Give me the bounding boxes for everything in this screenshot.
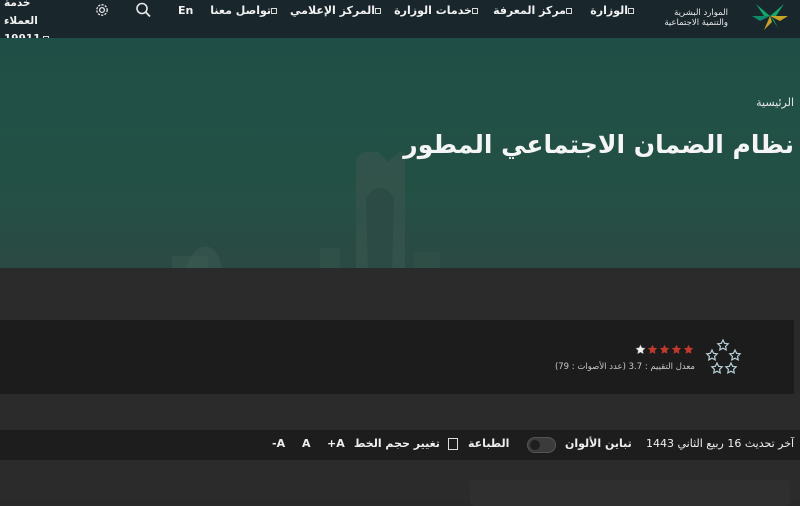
print-button[interactable]: الطباعة [468, 437, 509, 450]
nav-ministry-label: الوزارة [590, 4, 628, 17]
nav-ministry-services[interactable]: خدمات الوزارة [394, 4, 481, 18]
rating-summary: معدل التقييم : 3.7 (عدد الأصوات : 79) [554, 362, 695, 372]
rating-stars-emblem-icon [705, 338, 742, 374]
language-switch-label: En [178, 4, 194, 17]
nav-ministry-services-label: خدمات الوزارة [394, 4, 472, 17]
rating-stars[interactable] [635, 344, 695, 356]
search-icon[interactable] [135, 2, 153, 18]
rating-star-5 [683, 344, 694, 354]
color-contrast-toggle[interactable] [527, 437, 556, 453]
ministry-logo[interactable]: الموارد البشرية والتنمية الاجتماعية [664, 0, 800, 38]
rating-panel [0, 320, 794, 394]
ministry-emblem-icon [752, 4, 788, 30]
section-spacer [0, 394, 800, 430]
gear-icon[interactable] [93, 2, 111, 18]
nav-knowledge-center[interactable]: مركز المعرفة [493, 4, 575, 18]
hotline-label: خدمة العملاء [4, 0, 38, 27]
language-switch[interactable]: En [178, 4, 193, 18]
rating-star-4 [671, 344, 682, 354]
hero-banner: الرئيسية نظام الضمان الاجتماعي المطور [0, 38, 800, 268]
ministry-name-line1: الموارد البشرية [674, 8, 728, 18]
font-reset-button[interactable]: A [302, 437, 311, 450]
nav-ministry[interactable]: الوزارة [590, 4, 637, 18]
nav-knowledge-center-label: مركز المعرفة [493, 4, 566, 17]
nav-media-center[interactable]: المركز الإعلامي [290, 4, 384, 18]
rating-star-2 [647, 344, 658, 354]
rating-star-1 [635, 344, 646, 355]
nav-media-center-label: المركز الإعلامي [290, 4, 375, 17]
rating-star-3 [659, 344, 670, 354]
ministry-name-line2: والتنمية الاجتماعية [664, 18, 728, 28]
ministry-name: الموارد البشرية والتنمية الاجتماعية [648, 8, 728, 28]
content-heading-placeholder [470, 480, 790, 506]
font-increase-button[interactable]: A+ [327, 437, 345, 450]
print-icon[interactable] [448, 438, 458, 450]
toggle-knob [530, 440, 540, 450]
top-navigation-bar: الموارد البشرية والتنمية الاجتماعية الوز… [0, 0, 800, 45]
nav-contact-us[interactable]: تواصل معنا [210, 4, 280, 18]
page-title: نظام الضمان الاجتماعي المطور [403, 130, 794, 159]
last-update-text: آخر تحديث 16 ربيع الثاني 1443 [646, 437, 795, 450]
nav-contact-us-label: تواصل معنا [210, 4, 271, 17]
section-spacer [0, 268, 800, 320]
color-contrast-label: تباين الألوان [565, 437, 632, 450]
font-size-label: تغيير حجم الخط [354, 437, 440, 450]
font-decrease-button[interactable]: A- [272, 437, 285, 450]
breadcrumb[interactable]: الرئيسية [756, 96, 794, 109]
